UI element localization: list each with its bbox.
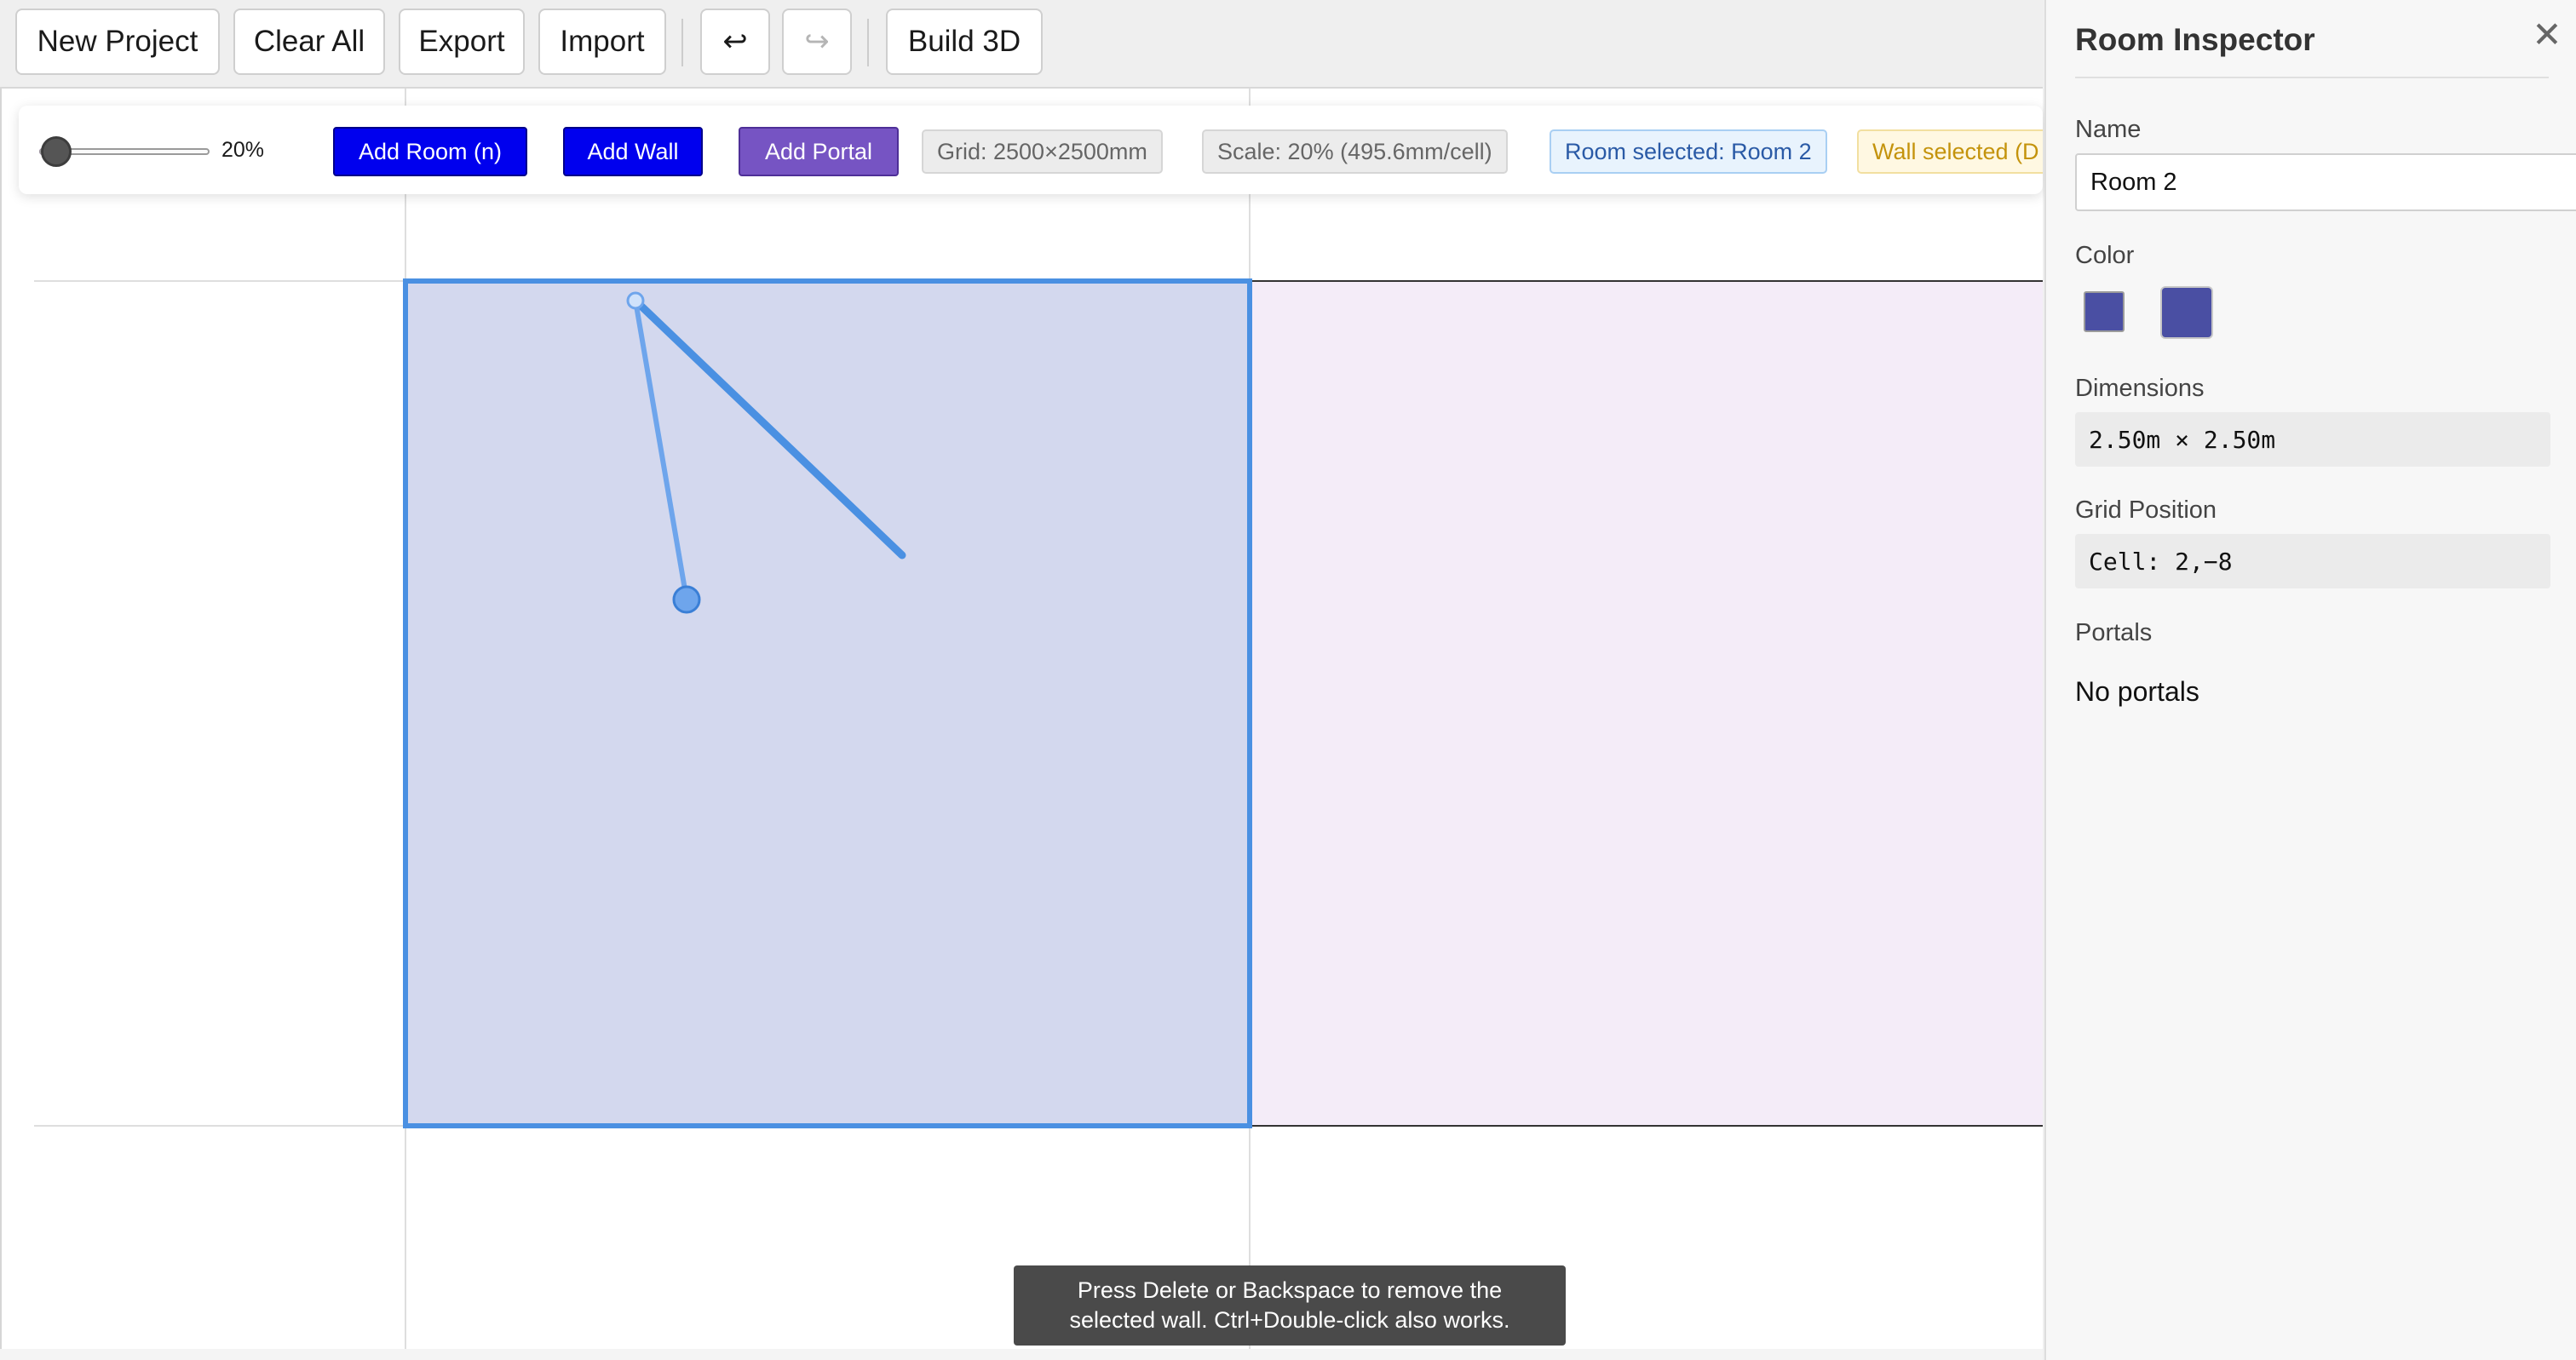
grid-position-label: Grid Position <box>2075 496 2217 524</box>
undo-icon: ↩ <box>722 25 748 58</box>
tool-row: 20% Add Room (n) Add Wall Add Portal Gri… <box>19 106 2043 194</box>
toolbar-separator <box>681 19 683 66</box>
inspector-title: Room Inspector <box>2075 22 2315 57</box>
export-button[interactable]: Export <box>399 9 525 75</box>
dimensions-readout: 2.50m × 2.50m <box>2075 412 2550 467</box>
scale-info-chip: Scale: 20% (495.6mm/cell) <box>1202 129 1508 174</box>
zoom-slider-thumb[interactable] <box>41 136 72 167</box>
canvas-bottom-edge <box>0 1349 2043 1360</box>
canvas-left-edge <box>0 89 34 1360</box>
portals-label: Portals <box>2075 619 2153 646</box>
floorplan-canvas[interactable] <box>34 89 2043 1349</box>
toolbar-separator <box>867 19 869 66</box>
close-icon: ✕ <box>2532 14 2562 55</box>
room-name-input[interactable] <box>2075 153 2576 211</box>
hint-toast-line: Press Delete or Backspace to remove the <box>1077 1277 1503 1303</box>
grid-position-readout: Cell: 2,−8 <box>2075 534 2550 588</box>
color-picker-button[interactable] <box>2160 286 2213 339</box>
wall-endpoint-handle[interactable] <box>672 585 701 614</box>
name-label: Name <box>2075 116 2142 143</box>
hint-toast-line: selected wall. Ctrl+Double-click also wo… <box>1069 1307 1510 1333</box>
room-neighbor[interactable] <box>1249 280 2043 1127</box>
room-inspector-panel: Room Inspector ✕ Name Color Dimensions 2… <box>2044 0 2576 1360</box>
color-swatch <box>2084 291 2125 332</box>
dimensions-label: Dimensions <box>2075 375 2205 402</box>
wall-selected-chip: Wall selected (D <box>1857 129 2043 174</box>
add-room-button[interactable]: Add Room (n) <box>333 127 527 176</box>
undo-button[interactable]: ↩ <box>700 9 770 75</box>
floorplan-svg[interactable] <box>34 89 2043 1349</box>
grid-info-chip: Grid: 2500×2500mm <box>922 129 1163 174</box>
import-button[interactable]: Import <box>538 9 666 75</box>
build-3d-button[interactable]: Build 3D <box>886 9 1043 75</box>
room-selected[interactable] <box>403 278 1252 1128</box>
redo-button[interactable]: ↪ <box>782 9 852 75</box>
clear-all-button[interactable]: Clear All <box>233 9 385 75</box>
main-toolbar: New Project Clear All Export Import ↩ ↪ … <box>0 0 2043 89</box>
inspector-divider <box>2075 77 2549 78</box>
hint-toast: Press Delete or Backspace to remove the … <box>1014 1265 1566 1346</box>
close-button[interactable]: ✕ <box>2528 14 2566 55</box>
zoom-value-label: 20% <box>221 138 265 162</box>
new-project-button[interactable]: New Project <box>15 9 220 75</box>
room-selected-chip: Room selected: Room 2 <box>1550 129 1827 174</box>
color-label: Color <box>2075 242 2135 269</box>
add-wall-button[interactable]: Add Wall <box>563 127 703 176</box>
portals-empty-text: No portals <box>2075 676 2199 707</box>
redo-icon: ↪ <box>804 25 830 58</box>
wall-endpoint-handle[interactable] <box>626 291 645 310</box>
add-portal-button[interactable]: Add Portal <box>739 127 899 176</box>
